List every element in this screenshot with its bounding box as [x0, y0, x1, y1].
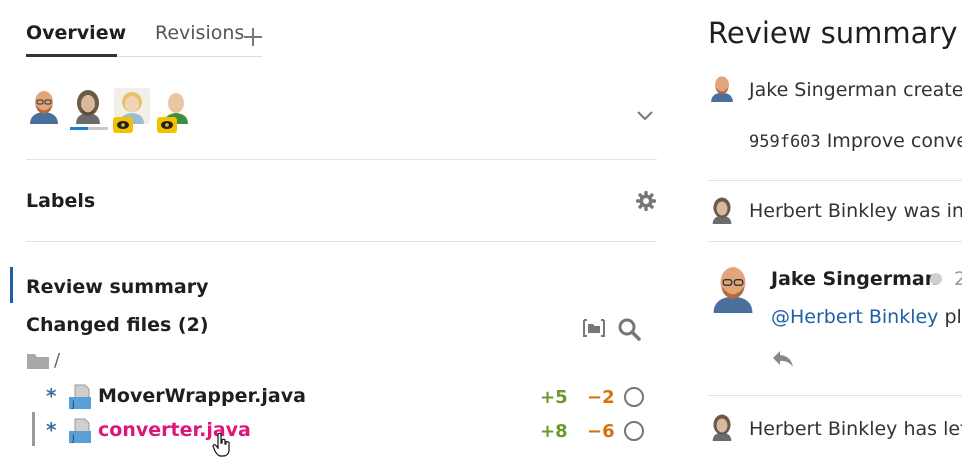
tree-view-icon[interactable] — [581, 317, 607, 339]
avatar-jake-small — [708, 74, 736, 102]
tab-overview[interactable]: Overview — [26, 22, 126, 44]
modified-marker-icon: * — [46, 384, 57, 408]
timeline-divider — [708, 395, 962, 396]
gear-icon[interactable] — [634, 189, 658, 213]
comment-timestamp: 2 — [954, 268, 962, 290]
section-divider — [26, 159, 657, 160]
timeline-event-invited: Herbert Binkley was invi — [749, 200, 962, 222]
nav-review-summary[interactable]: Review summary — [26, 276, 208, 298]
timeline-divider — [708, 241, 962, 242]
review-summary-title: Review summary — [708, 16, 958, 50]
comment-text: ple — [944, 306, 962, 328]
eye-badge-icon — [157, 117, 177, 133]
lines-added: +5 — [540, 387, 568, 408]
review-progress-fill — [70, 127, 88, 130]
avatar-herbert-small — [708, 196, 736, 224]
section-divider — [26, 241, 657, 242]
reply-icon[interactable] — [770, 348, 796, 370]
selected-file-indicator — [32, 412, 35, 446]
search-icon[interactable] — [616, 316, 642, 342]
mark-reviewed-toggle[interactable] — [624, 387, 644, 407]
file-link-moverwrapper[interactable]: MoverWrapper.java — [98, 385, 306, 407]
folder-path[interactable]: / — [54, 350, 60, 371]
nav-active-indicator — [10, 267, 13, 303]
comment-author[interactable]: Jake Singerman — [771, 268, 938, 290]
java-file-icon: J — [68, 418, 92, 444]
java-file-icon: J — [68, 384, 92, 410]
user-mention[interactable]: @Herbert Binkley — [771, 306, 938, 328]
presence-dot — [930, 273, 942, 285]
chevron-down-icon[interactable] — [634, 104, 656, 126]
modified-marker-icon: * — [46, 418, 57, 442]
folder-icon — [26, 351, 50, 371]
lines-removed: −6 — [587, 421, 615, 442]
hand-cursor-icon — [212, 432, 232, 458]
active-tab-indicator — [26, 54, 117, 57]
svg-text:J: J — [71, 400, 75, 410]
svg-text:J: J — [71, 434, 75, 444]
commit-entry[interactable]: 959f603 Improve conve — [749, 130, 962, 152]
lines-removed: −2 — [587, 387, 615, 408]
commit-message: Improve conve — [826, 130, 962, 152]
lines-added: +8 — [540, 421, 568, 442]
avatar-jake[interactable] — [708, 263, 758, 313]
labels-heading: Labels — [26, 190, 96, 212]
add-revision-icon[interactable] — [243, 27, 263, 47]
timeline-event-left: Herbert Binkley has left — [749, 418, 962, 440]
nav-changed-files[interactable]: Changed files (2) — [26, 314, 209, 336]
timeline-event-created: Jake Singerman created — [749, 79, 962, 101]
avatar-reviewer-2[interactable] — [70, 88, 106, 124]
tab-revisions[interactable]: Revisions — [155, 22, 244, 44]
eye-badge-icon — [113, 117, 133, 133]
avatar-herbert-small — [708, 413, 736, 441]
comment-body: @Herbert Binkley ple — [771, 306, 962, 328]
avatar-reviewer-1[interactable] — [26, 88, 62, 124]
mark-reviewed-toggle[interactable] — [624, 421, 644, 441]
timeline-divider — [708, 180, 962, 181]
commit-hash[interactable]: 959f603 — [749, 132, 821, 152]
